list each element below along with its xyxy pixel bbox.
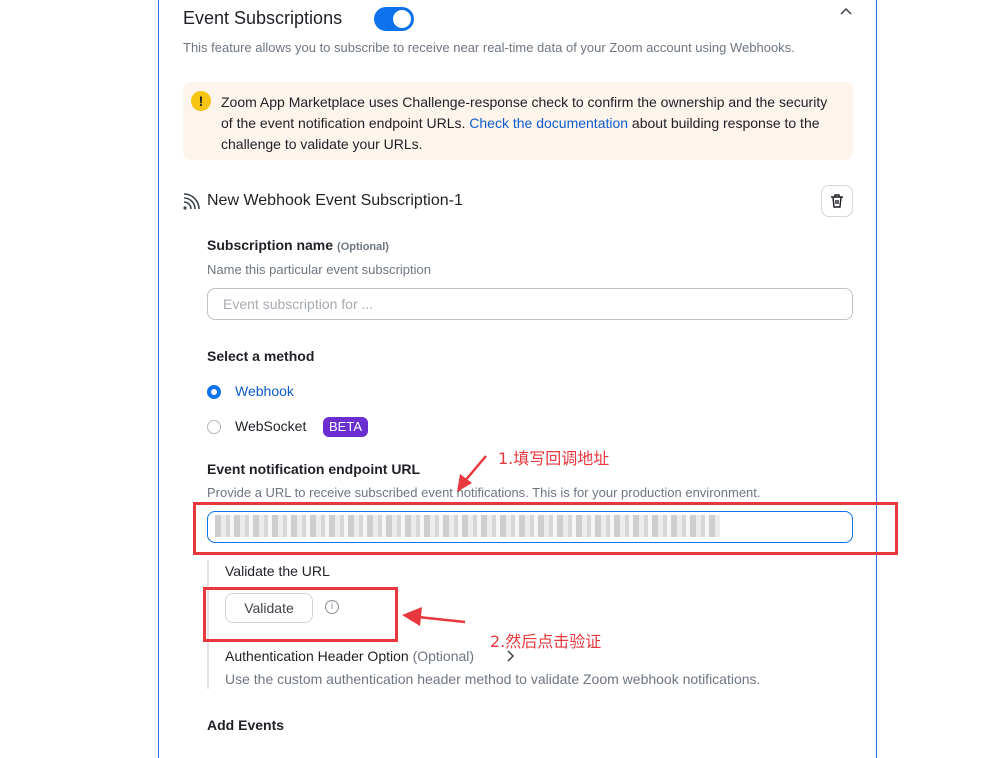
annotation-arrow-1 — [457, 455, 487, 492]
annotation-note-2: 2.然后点击验证 — [490, 632, 602, 651]
annotation-note-1: 1.填写回调地址 — [498, 449, 610, 468]
annotation-arrow-2 — [402, 607, 466, 626]
